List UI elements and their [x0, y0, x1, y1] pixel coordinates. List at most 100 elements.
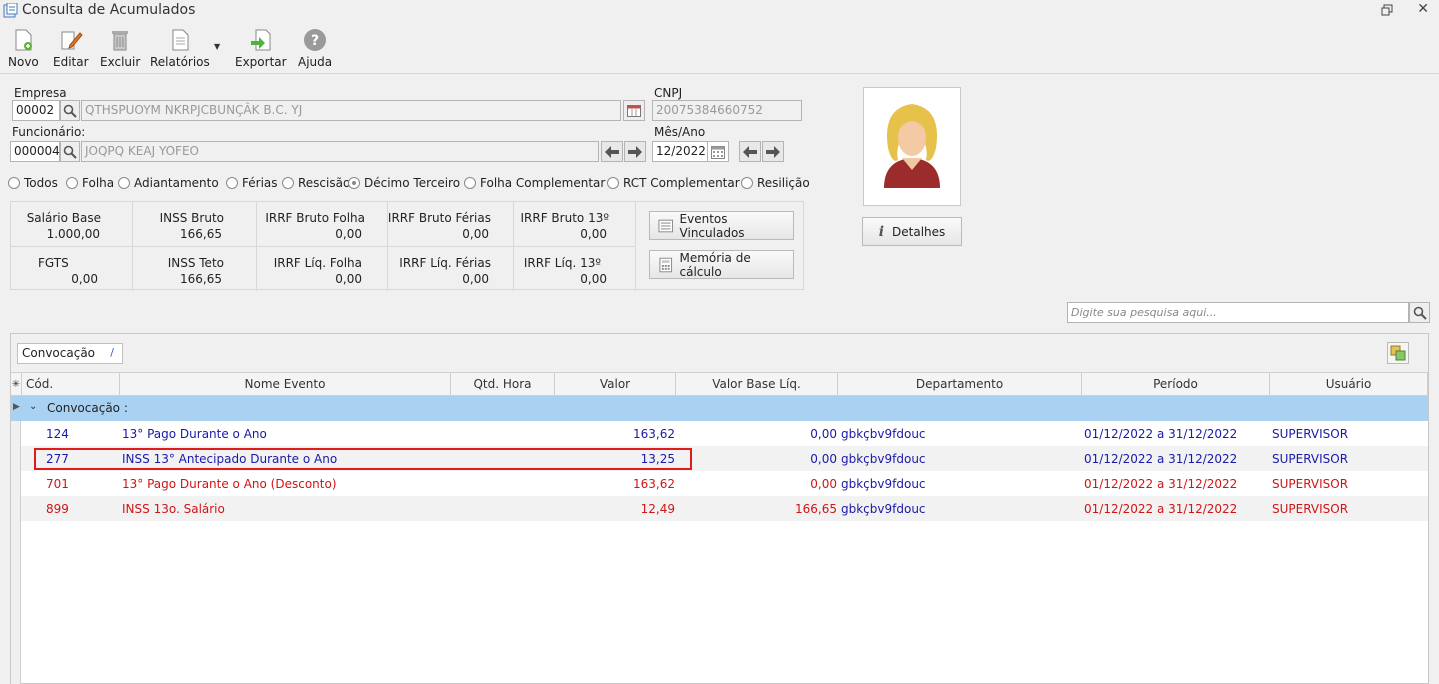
- radio-resilicao[interactable]: Resilição: [741, 176, 810, 190]
- mesano-field[interactable]: 12/2022: [652, 141, 708, 162]
- exportar-button[interactable]: Exportar: [235, 28, 287, 69]
- funcionario-code-field[interactable]: 000004: [10, 141, 60, 162]
- cell-periodo: 01/12/2022 a 31/12/2022: [1084, 477, 1238, 491]
- arrow-left-icon: [605, 145, 619, 158]
- header-periodo[interactable]: Período: [1082, 373, 1270, 396]
- row-selector[interactable]: [11, 421, 21, 446]
- row-selector[interactable]: [11, 446, 21, 471]
- empresa-calendar-button[interactable]: [623, 100, 645, 121]
- report-icon: [172, 29, 189, 51]
- group-chip-convocacao[interactable]: Convocação /: [17, 343, 123, 364]
- radio-folha[interactable]: Folha: [66, 176, 114, 190]
- ajuda-button[interactable]: ? Ajuda: [298, 28, 332, 69]
- grid-layout-icon: [1390, 345, 1406, 361]
- radio-dot: [66, 177, 78, 189]
- mesano-next-button[interactable]: [762, 141, 784, 162]
- radio-decimo-terceiro[interactable]: Décimo Terceiro: [348, 176, 460, 190]
- radio-dot: [226, 177, 238, 189]
- cell-base: 166,65: [795, 502, 837, 516]
- empresa-search-button[interactable]: [60, 100, 80, 121]
- export-icon: [250, 29, 271, 51]
- search-icon: [63, 145, 77, 159]
- detalhes-button[interactable]: i Detalhes: [862, 217, 962, 246]
- title-bar: Consulta de Acumulados ✕: [0, 0, 1439, 22]
- editar-button[interactable]: Editar: [53, 28, 89, 69]
- cell-base: 0,00: [810, 452, 837, 466]
- header-usuario[interactable]: Usuário: [1270, 373, 1428, 396]
- radio-dot: [607, 177, 619, 189]
- arrow-left-icon: [743, 145, 757, 158]
- search-input[interactable]: Digite sua pesquisa aqui...: [1067, 302, 1409, 323]
- row-selector[interactable]: [11, 471, 21, 496]
- help-icon: ?: [304, 29, 327, 51]
- funcionario-name-field: JOQPQ KEAJ YOFEO: [81, 141, 599, 162]
- funcionario-prev-button[interactable]: [601, 141, 623, 162]
- radio-dot: [741, 177, 753, 189]
- funcionario-search-button[interactable]: [60, 141, 80, 162]
- new-document-icon: [15, 29, 33, 51]
- sort-indicator-icon: /: [110, 346, 114, 359]
- mesano-prev-button[interactable]: [739, 141, 761, 162]
- search-button[interactable]: [1409, 302, 1430, 323]
- table-row[interactable]: 124 13° Pago Durante o Ano 163,62 0,00 g…: [11, 421, 1428, 446]
- novo-button[interactable]: Novo: [8, 28, 39, 69]
- radio-rct-complementar[interactable]: RCT Complementar: [607, 176, 740, 190]
- restore-icon[interactable]: [1381, 4, 1393, 16]
- summary-irrf-bruto-folha: IRRF Bruto Folha 0,00: [257, 202, 388, 246]
- empresa-code-field[interactable]: 00002: [12, 100, 60, 121]
- list-icon: [658, 219, 674, 232]
- header-cod[interactable]: Cód.: [22, 373, 120, 396]
- events-grid: Convocação / ✳ Cód. Nome Evento Qtd. Hor…: [10, 333, 1429, 684]
- table-row[interactable]: 701 13° Pago Durante o Ano (Desconto) 16…: [11, 471, 1428, 496]
- excluir-button[interactable]: Excluir: [100, 28, 140, 69]
- svg-text:?: ?: [311, 33, 319, 49]
- group-row-convocacao[interactable]: ▶ ⌄ Convocação :: [11, 396, 1428, 421]
- cell-usuario: SUPERVISOR: [1272, 452, 1349, 466]
- grid-options-button[interactable]: [1387, 342, 1409, 364]
- cnpj-field: 20075384660752: [652, 100, 802, 121]
- funcionario-next-button[interactable]: [624, 141, 646, 162]
- header-valor[interactable]: Valor: [555, 373, 676, 396]
- info-icon: i: [878, 223, 885, 240]
- cell-usuario: SUPERVISOR: [1272, 427, 1349, 441]
- calendar-button[interactable]: [707, 141, 729, 162]
- radio-adiantamento[interactable]: Adiantamento: [118, 176, 219, 190]
- radio-rescisao[interactable]: Rescisão: [282, 176, 350, 190]
- radio-dot: [118, 177, 130, 189]
- table-row[interactable]: 899 INSS 13o. Salário 12,49 166,65 gbkçb…: [11, 496, 1428, 521]
- cell-valor: 12,49: [640, 502, 675, 516]
- arrow-right-icon: [766, 145, 780, 158]
- memoria-calculo-button[interactable]: Memória de cálculo: [649, 250, 794, 279]
- summary-inss-bruto: INSS Bruto 166,65: [133, 202, 257, 246]
- cell-departamento: gbkçbv9fdouc: [841, 502, 926, 516]
- dropdown-caret-icon[interactable]: ▼: [214, 42, 220, 51]
- header-nome-evento[interactable]: Nome Evento: [120, 373, 451, 396]
- relatorios-button[interactable]: Relatórios: [150, 28, 210, 69]
- cell-cod: 124: [46, 427, 69, 441]
- radio-ferias[interactable]: Férias: [226, 176, 278, 190]
- summary-inss-teto: INSS Teto 166,65: [133, 247, 257, 291]
- summary-irrf-liq-13: IRRF Líq. 13º 0,00: [514, 247, 636, 291]
- header-valor-base-liq[interactable]: Valor Base Líq.: [676, 373, 838, 396]
- radio-dot: [8, 177, 20, 189]
- cell-periodo: 01/12/2022 a 31/12/2022: [1084, 452, 1238, 466]
- row-selector[interactable]: [11, 496, 21, 521]
- cell-periodo: 01/12/2022 a 31/12/2022: [1084, 502, 1238, 516]
- mesano-label: Mês/Ano: [654, 125, 706, 139]
- calculator-icon: [659, 257, 673, 272]
- empresa-label: Empresa: [14, 86, 67, 100]
- eventos-vinculados-button[interactable]: Eventos Vinculados: [649, 211, 794, 240]
- cell-departamento: gbkçbv9fdouc: [841, 452, 926, 466]
- highlight-box: [34, 448, 692, 470]
- chevron-down-icon[interactable]: ⌄: [29, 401, 37, 412]
- header-qtd-hora[interactable]: Qtd. Hora: [451, 373, 555, 396]
- summary-irrf-bruto-13: IRRF Bruto 13º 0,00: [514, 202, 636, 246]
- radio-todos[interactable]: Todos: [8, 176, 58, 190]
- header-departamento[interactable]: Departamento: [838, 373, 1082, 396]
- cell-base: 0,00: [810, 427, 837, 441]
- radio-folha-complementar[interactable]: Folha Complementar: [464, 176, 605, 190]
- cell-periodo: 01/12/2022 a 31/12/2022: [1084, 427, 1238, 441]
- cell-departamento: gbkçbv9fdouc: [841, 427, 926, 441]
- funcionario-label: Funcionário:: [12, 125, 86, 139]
- close-icon[interactable]: ✕: [1417, 1, 1429, 17]
